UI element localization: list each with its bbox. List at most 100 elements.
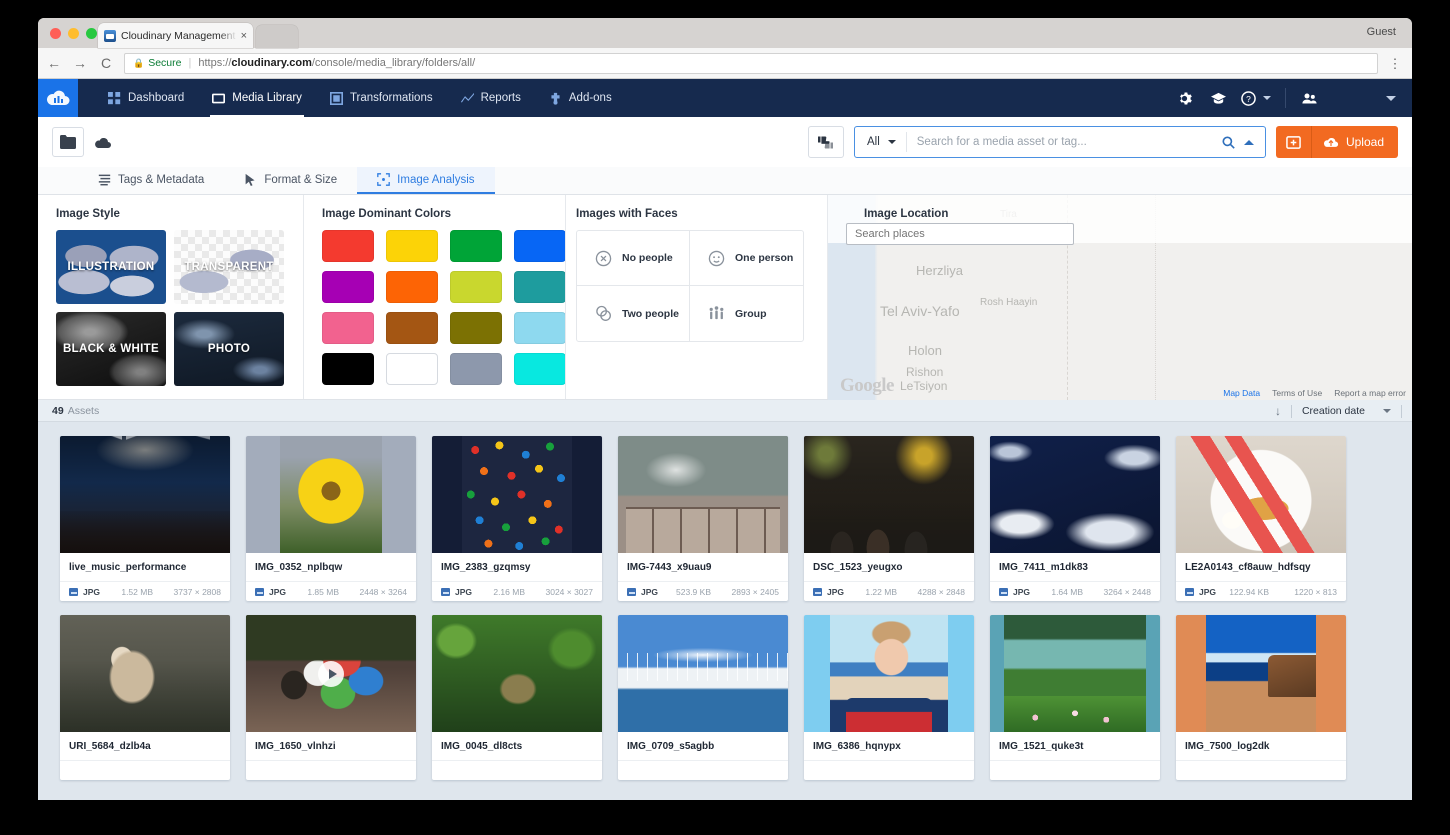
tab-image-analysis[interactable]: Image Analysis (357, 167, 495, 194)
asset-thumbnail[interactable] (1176, 436, 1346, 553)
tab-tags-metadata[interactable]: Tags & Metadata (78, 167, 224, 194)
color-swatch-blue[interactable] (514, 230, 566, 262)
color-swatch-cyan[interactable] (514, 353, 566, 385)
maximize-window-button[interactable] (86, 28, 97, 39)
asset-thumbnail[interactable] (60, 615, 230, 732)
asset-card[interactable]: live_music_performance JPG 1.52 MB 3737 × 2… (60, 436, 230, 601)
sort-field-dropdown[interactable]: Creation date (1302, 405, 1391, 417)
asset-card[interactable]: IMG_7500_log2dk (1176, 615, 1346, 780)
asset-card[interactable]: IMG_0352_nplbqw JPG 1.85 MB 2448 × 3264 (246, 436, 416, 601)
graduation-cap-icon[interactable] (1201, 79, 1235, 117)
chevron-up-icon[interactable] (1243, 139, 1254, 145)
faces-option-no-people[interactable]: No people (577, 231, 690, 286)
back-icon[interactable]: ← (46, 56, 62, 70)
nav-item-reports[interactable]: Reports (447, 79, 535, 117)
folder-icon[interactable] (52, 127, 84, 157)
color-swatch-green[interactable] (450, 230, 502, 262)
asset-thumbnail[interactable] (432, 436, 602, 553)
nav-item-transformations[interactable]: Transformations (316, 79, 447, 117)
asset-card[interactable]: IMG_1521_quke3t (990, 615, 1160, 780)
color-swatch-olive[interactable] (450, 312, 502, 344)
account-chevron-down-icon[interactable] (1386, 95, 1396, 101)
asset-thumbnail[interactable] (618, 615, 788, 732)
asset-thumbnail[interactable] (804, 615, 974, 732)
color-swatch-lime[interactable] (450, 271, 502, 303)
play-icon[interactable] (318, 660, 344, 687)
asset-card[interactable]: LE2A0143_cf8auw_hdfsqy JPG 122.94 KB 1220 ×… (1176, 436, 1346, 601)
asset-thumbnail[interactable] (804, 436, 974, 553)
asset-card[interactable]: IMG_0045_dl8cts (432, 615, 602, 780)
images-with-faces-section: Images with Faces No people One person T… (565, 195, 827, 399)
help-chevron-down-icon[interactable] (1263, 96, 1271, 100)
thumbs-up-down-icon[interactable] (807, 126, 844, 158)
asset-thumbnail[interactable] (990, 436, 1160, 553)
color-swatch-teal[interactable] (514, 271, 566, 303)
asset-size: 523.9 KB (676, 586, 711, 597)
style-card-transparent[interactable]: TRANSPARENT (174, 230, 284, 304)
color-swatch-gray[interactable] (450, 353, 502, 385)
style-card-black-and-white[interactable]: BLACK & WHITE (56, 312, 166, 386)
color-swatch-black[interactable] (322, 353, 374, 385)
color-swatch-purple[interactable] (322, 271, 374, 303)
report-map-error-link[interactable]: Report a map error (1334, 388, 1406, 398)
cloudinary-logo-icon[interactable] (38, 79, 78, 117)
asset-thumbnail[interactable] (1176, 615, 1346, 732)
asset-thumbnail[interactable] (990, 615, 1160, 732)
color-swatch-red[interactable] (322, 230, 374, 262)
guest-profile-label[interactable]: Guest (1367, 26, 1396, 38)
new-tab-button[interactable] (256, 25, 298, 48)
faces-option-one-person[interactable]: One person (690, 231, 803, 286)
color-swatch-orange[interactable] (386, 271, 438, 303)
gear-icon[interactable] (1167, 79, 1201, 117)
asset-card[interactable]: IMG_7411_m1dk83 JPG 1.64 MB 3264 × 2448 (990, 436, 1160, 601)
asset-thumbnail[interactable] (432, 615, 602, 732)
nav-item-reports-label: Reports (480, 92, 521, 104)
asset-card[interactable]: URI_5684_dzlb4a (60, 615, 230, 780)
style-card-photo[interactable]: PHOTO (174, 312, 284, 386)
color-swatch-white[interactable] (386, 353, 438, 385)
asset-size: 1.85 MB (307, 586, 339, 597)
forward-icon[interactable]: → (72, 56, 88, 70)
close-window-button[interactable] (50, 28, 61, 39)
asset-card[interactable]: DSC_1523_yeugxo JPG 1.22 MB 4288 × 2848 (804, 436, 974, 601)
browser-tab[interactable]: Cloudinary Management Conso × (98, 23, 253, 48)
asset-thumbnail[interactable] (60, 436, 230, 553)
asset-thumbnail[interactable] (618, 436, 788, 553)
color-swatch-pink[interactable] (322, 312, 374, 344)
color-swatch-light-blue[interactable] (514, 312, 566, 344)
search-scope-dropdown[interactable]: All (855, 132, 907, 152)
add-from-url-icon[interactable] (1275, 126, 1312, 158)
help-question-icon[interactable]: ? (1235, 79, 1261, 117)
terms-of-use-link[interactable]: Terms of Use (1272, 388, 1322, 398)
asset-thumbnail[interactable] (246, 436, 416, 553)
browser-menu-icon[interactable]: ⋮ (1388, 57, 1402, 70)
asset-card[interactable]: IMG_2383_gzqmsy JPG 2.16 MB 3024 × 3027 (432, 436, 602, 601)
faces-option-group[interactable]: Group (690, 286, 803, 341)
asset-thumbnail[interactable] (246, 615, 416, 732)
map-data-link[interactable]: Map Data (1223, 388, 1260, 398)
color-swatch-brown[interactable] (386, 312, 438, 344)
users-icon[interactable] (1292, 79, 1326, 117)
asset-card[interactable]: IMG_0709_s5agbb (618, 615, 788, 780)
search-input[interactable] (906, 136, 1222, 148)
asset-card[interactable]: IMG_1650_vlnhzi (246, 615, 416, 780)
reports-chart-icon (460, 92, 474, 103)
asset-card[interactable]: IMG_6386_hqnypx (804, 615, 974, 780)
nav-item-addons[interactable]: Add-ons (535, 79, 626, 117)
upload-button[interactable]: Upload (1311, 126, 1398, 158)
faces-option-two-people[interactable]: Two people (577, 286, 690, 341)
sort-direction-icon[interactable]: ↓ (1275, 404, 1281, 418)
close-tab-icon[interactable]: × (241, 30, 247, 42)
tab-format-size[interactable]: Format & Size (224, 167, 357, 194)
cloud-icon[interactable] (94, 136, 112, 149)
map-search-input[interactable] (846, 223, 1074, 245)
address-bar[interactable]: 🔒 Secure | https://cloudinary.com/consol… (124, 52, 1378, 74)
asset-card[interactable]: IMG-7443_x9uau9 JPG 523.9 KB 2893 × 2405 (618, 436, 788, 601)
style-card-illustration[interactable]: ILLUSTRATION (56, 230, 166, 304)
location-map[interactable]: TiraHerzliyaTel Aviv-YafoRosh HaayinHolo… (828, 195, 1412, 400)
reload-icon[interactable]: C (98, 56, 114, 70)
nav-item-media-library[interactable]: Media Library (198, 79, 316, 117)
nav-item-dashboard[interactable]: Dashboard (94, 79, 198, 117)
minimize-window-button[interactable] (68, 28, 79, 39)
color-swatch-yellow[interactable] (386, 230, 438, 262)
